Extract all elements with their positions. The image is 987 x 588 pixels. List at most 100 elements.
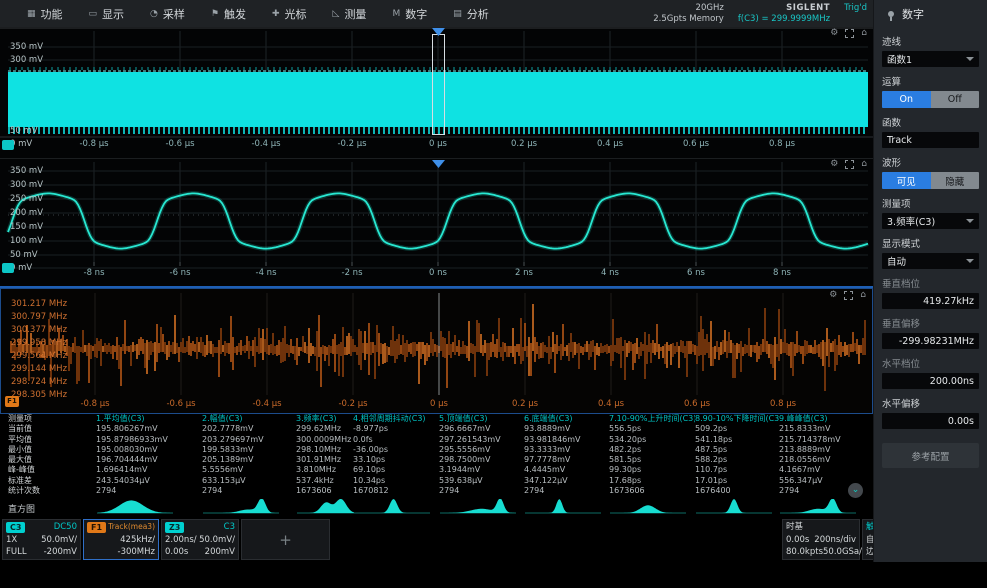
trace-select[interactable]: 函数1 [882, 51, 979, 67]
table-value: 4.1667mV [779, 465, 821, 475]
table-col-header: 3.频率(C3) [296, 414, 337, 423]
chevron-down-icon [966, 259, 974, 263]
zoom-hoffset: 0.00s [165, 547, 189, 558]
measure-item-select[interactable]: 3.频率(C3) [882, 213, 979, 229]
zoom-plot[interactable]: 350 mV 300 mV 250 mV 200 mV 150 mV 100 mV 50 m… [0, 158, 873, 288]
expand-icon[interactable] [845, 28, 855, 38]
camera-icon[interactable]: ⚙ [829, 290, 837, 300]
operation-label: 运算 [882, 77, 902, 88]
table-row-header: 当前值 [8, 424, 32, 434]
zoom-ground-marker [2, 263, 14, 273]
operation-on[interactable]: On [882, 91, 931, 108]
table-value: 93.3333mV [524, 444, 571, 454]
table-value: 2794 [439, 486, 460, 496]
waveform-hidden[interactable]: 隐藏 [930, 172, 979, 189]
camera-icon[interactable]: ⚙ [830, 28, 838, 38]
menu-item-label: 采样 [162, 7, 185, 21]
table-row-header: 最大值 [8, 455, 32, 465]
pin-icon[interactable] [888, 10, 894, 21]
voffset-label: 垂直偏移 [882, 319, 921, 330]
home-icon[interactable]: ⌂ [861, 159, 867, 169]
table-col-header: 5.顶端值(C3) [439, 414, 488, 423]
coupling-value: DC50 [53, 522, 77, 532]
function-label: 函数 [882, 118, 902, 129]
channel-chip: C3 [6, 521, 26, 533]
table-value: 482.2ps [609, 444, 642, 454]
operation-toggle[interactable]: On Off [882, 91, 979, 108]
display-mode-select[interactable]: 自动 [882, 253, 979, 269]
menu-item-function[interactable]: ▦ 功能 [14, 0, 76, 27]
table-row-header: 平均值 [8, 434, 32, 444]
menu-item-measure[interactable]: ◺ 测量 [320, 0, 380, 27]
waveform-toggle[interactable]: 可见 隐藏 [882, 172, 979, 189]
statusbar: C3 DC50 1X 50.0mV/FULL -200mV F1 Track(mea3) 42… [0, 518, 987, 562]
zoom-vscale: 50.0mV/ [199, 534, 235, 545]
table-scroll-button[interactable]: ⌄ [848, 483, 863, 498]
table-value: 1673606 [296, 486, 332, 496]
zoom-z3-box[interactable]: Z3 C3 2.00ns/50.0mV/0.00s 200mV [161, 519, 239, 560]
home-icon[interactable]: ⌂ [861, 28, 867, 38]
frequency-readout: f(C3) = 299.9999MHz [737, 13, 831, 24]
table-value: 633.153µV [202, 475, 246, 485]
table-value: 195.87986933mV [96, 434, 168, 444]
status-line: 0.00s 200ns/div [786, 534, 856, 547]
zoom-voffset: 200mV [204, 547, 235, 558]
table-value: 539.638µV [439, 475, 483, 485]
histogram-label: 直方图 [8, 505, 36, 515]
function-field[interactable]: Track [882, 132, 979, 148]
expand-icon[interactable] [844, 290, 854, 300]
hoffset-label: 水平偏移 [882, 399, 921, 410]
menu-item-label: 功能 [40, 7, 63, 21]
waveform-visible[interactable]: 可见 [882, 172, 931, 189]
table-value: 69.10ps [353, 465, 386, 475]
table-value: 296.6667mV [439, 424, 491, 434]
reference-config-button[interactable]: 参考配置 [882, 443, 979, 468]
overview-plot[interactable]: 350 mV 300 mV 50 mV 0 mV -0.8 µs -0.6 µs -0.4 … [0, 27, 873, 158]
table-value: 534.20ps [609, 434, 647, 444]
measurement-histogram [353, 497, 439, 519]
table-value: 196.704444mV [96, 455, 158, 465]
table-value: 588.2ps [695, 455, 728, 465]
menu-item-trigger[interactable]: ⚑ 触发 [198, 0, 259, 27]
expand-icon[interactable] [845, 159, 855, 169]
add-trace-button[interactable]: + [245, 521, 326, 558]
menu-item-acquire[interactable]: ◔ 采样 [137, 0, 198, 27]
table-value: 218.0556mV [779, 455, 831, 465]
table-value: 17.68ps [609, 475, 642, 485]
table-value: 199.5833mV [202, 444, 254, 454]
voffset-field[interactable]: -299.98231MHz [882, 333, 979, 349]
status-line: Z3 C3 [165, 521, 235, 534]
timebase-box[interactable]: 时基 0.00s 200ns/div 80.0kpts 50.0GSa/s [782, 519, 866, 560]
hscale-label: 水平档位 [882, 359, 921, 370]
overview-waveform [0, 27, 873, 138]
hscale-field[interactable]: 200.00ns [882, 373, 979, 389]
channel-c3-box[interactable]: C3 DC50 1X 50.0mV/FULL -200mV [2, 519, 81, 560]
table-value: 93.981846mV [524, 434, 581, 444]
menu-item-analysis[interactable]: ▤ 分析 [440, 0, 502, 27]
track-plot[interactable]: 301.217 MHz 300.797 MHz 300.377 MHz 299.958… [0, 288, 873, 414]
hoffset-field[interactable]: 0.00s [882, 413, 979, 429]
add-trace-box[interactable]: + [241, 519, 330, 560]
measurement-histogram [96, 497, 202, 519]
menu-item-display[interactable]: ▭ 显示 [76, 0, 138, 27]
math-f1-box[interactable]: F1 Track(mea3) 425kHz/-300MHz [83, 519, 159, 560]
oscilloscope-screen: ▦ 功能 ▭ 显示 ◔ 采样 ⚑ 触发 ✚ 光标 ◺ 测量 M 数字 ▤ 分析 20GHz 2.5Gpts M… [0, 0, 987, 588]
table-row-header: 最小值 [8, 444, 32, 454]
home-icon[interactable]: ⌂ [860, 290, 866, 300]
menu-items: ▦ 功能 ▭ 显示 ◔ 采样 ⚑ 触发 ✚ 光标 ◺ 测量 M 数字 ▤ 分析 [0, 0, 502, 27]
menu-item-cursors[interactable]: ✚ 光标 [259, 0, 320, 27]
table-value: -36.00ps [353, 444, 389, 454]
sidebar-header: 数字 [874, 0, 987, 27]
table-col-header: 2.幅值(C3) [202, 414, 243, 423]
chevron-down-icon [966, 57, 974, 61]
status-line: C3 DC50 [6, 521, 77, 534]
analysis-icon: ▤ [453, 8, 462, 19]
chevron-down-icon [966, 219, 974, 223]
status-line: 0.00s 200mV [165, 546, 235, 559]
camera-icon[interactable]: ⚙ [830, 159, 838, 169]
menu-item-math[interactable]: M 数字 [379, 0, 440, 27]
operation-off[interactable]: Off [930, 91, 979, 108]
sidebar-title: 数字 [902, 7, 924, 21]
vscale-field[interactable]: 419.27kHz [882, 293, 979, 309]
math-trace-marker: F1 [5, 396, 19, 407]
